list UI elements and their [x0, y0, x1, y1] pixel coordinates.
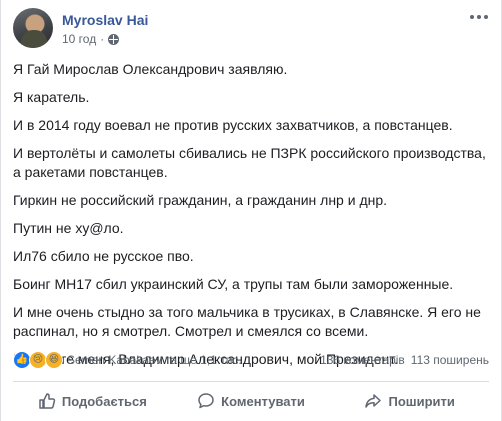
dot-separator: · — [100, 32, 105, 46]
share-label: Поширити — [388, 393, 455, 409]
shares-count[interactable]: 113 поширень — [411, 353, 489, 367]
post-paragraph: Я Гай Мирослав Олександрович заявляю. — [13, 61, 288, 77]
avatar[interactable] — [13, 8, 53, 48]
post-paragraph: И в 2014 году воевал не против русских з… — [13, 117, 453, 133]
post-time[interactable]: 10 год — [62, 32, 96, 46]
like-label: Подобається — [61, 393, 147, 409]
comment-button[interactable]: Коментувати — [172, 384, 331, 418]
reaction-icons[interactable]: 👍 😢 😆 — [13, 351, 63, 369]
post-content: Я Гай Мирослав Олександрович заявляю. Я … — [13, 60, 489, 378]
post-actions: Подобається Коментувати Поширити — [13, 384, 489, 418]
post-paragraph: Путин не ху@ло. — [13, 220, 124, 236]
post-paragraph: И вертолёты и самолеты сбивались не ПЗРК… — [13, 145, 486, 180]
post-card: Myroslav Hai 10 год · Я Гай Мирослав Оле… — [0, 0, 502, 421]
like-button[interactable]: Подобається — [13, 384, 172, 418]
post-paragraph: Ил76 сбило не русское пво. — [13, 248, 194, 264]
comment-label: Коментувати — [221, 393, 305, 409]
globe-icon — [108, 33, 120, 45]
thumbs-up-icon — [39, 393, 56, 409]
post-paragraph: Я каратель. — [13, 89, 90, 105]
share-arrow-icon — [365, 394, 382, 408]
comment-icon — [198, 393, 214, 409]
haha-icon: 😆 — [45, 351, 63, 369]
more-options-icon[interactable] — [469, 10, 489, 24]
post-paragraph: И мне очень стыдно за того мальчика в тр… — [13, 304, 481, 339]
divider — [13, 381, 489, 382]
post-paragraph: Боинг МН17 сбил украинский СУ, а трупы т… — [13, 276, 454, 292]
post-meta: 10 год · — [62, 32, 120, 46]
author-name[interactable]: Myroslav Hai — [62, 12, 148, 28]
post-stats: 👍 😢 😆 Semen Kabakaev та ще 1,1 тис. 136 … — [13, 350, 489, 370]
reactors-summary[interactable]: Semen Kabakaev та ще 1,1 тис. — [67, 353, 242, 367]
post-header: Myroslav Hai 10 год · — [13, 8, 489, 52]
post-paragraph: Гиркин не российский гражданин, а гражда… — [13, 192, 388, 208]
share-button[interactable]: Поширити — [330, 384, 489, 418]
comments-count[interactable]: 136 коментарів — [320, 353, 405, 367]
